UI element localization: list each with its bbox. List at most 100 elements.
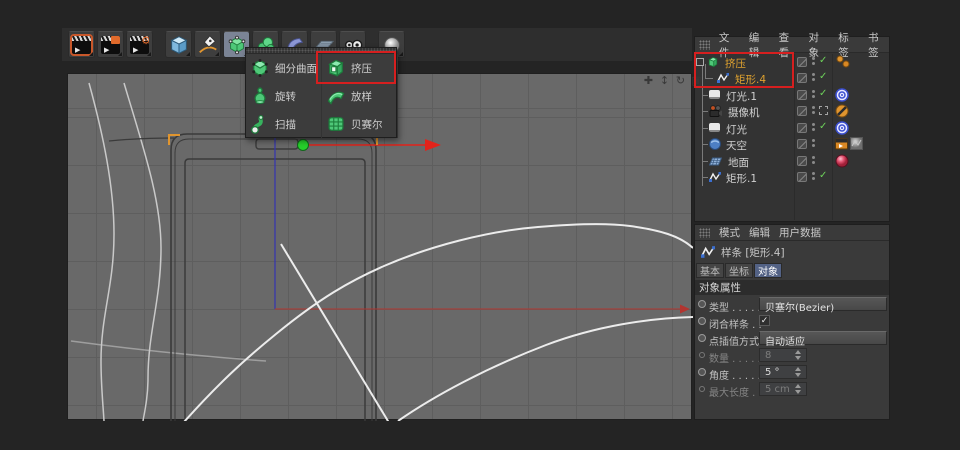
- am-menu-userdata[interactable]: 用户数据: [779, 225, 821, 240]
- layer-toggle[interactable]: [797, 90, 807, 100]
- close-spline-checkbox[interactable]: ✓: [759, 315, 770, 326]
- phong-tag[interactable]: [835, 55, 851, 71]
- tab-coordinates[interactable]: 坐标: [725, 263, 753, 278]
- menu-item-label: 扫描: [275, 117, 296, 132]
- render-picture-viewer-button[interactable]: [97, 31, 124, 58]
- lathe-icon: [250, 86, 270, 106]
- animation-dot[interactable]: [698, 317, 706, 325]
- enabled-check-icon[interactable]: ✓: [819, 170, 827, 181]
- tab-basic[interactable]: 基本: [696, 263, 724, 278]
- property-row-number: 数量 . . . . . 8: [695, 348, 889, 364]
- object-name: 矩形.1: [726, 171, 757, 186]
- number-stepper: [795, 350, 801, 360]
- visibility-dots[interactable]: [812, 123, 815, 131]
- object-x-axis-arrowhead[interactable]: [425, 139, 441, 151]
- visibility-dots[interactable]: [812, 57, 815, 65]
- tree-line: [702, 177, 708, 178]
- menu-item-bezier[interactable]: 贝赛尔: [322, 110, 398, 138]
- light-icon: [709, 123, 720, 132]
- panel-grip-icon[interactable]: [699, 228, 710, 238]
- type-dropdown[interactable]: 贝塞尔(Bezier): [759, 297, 887, 311]
- object-row-sky[interactable]: 天空: [695, 136, 889, 152]
- menu-item-subdivision-surface[interactable]: 细分曲面: [246, 54, 322, 82]
- layer-toggle[interactable]: [797, 156, 807, 166]
- animation-dot[interactable]: [698, 300, 706, 308]
- am-tabs: 基本 坐标 对象: [696, 263, 782, 278]
- object-row-floor[interactable]: 地面: [695, 153, 889, 169]
- sky-icon: [709, 138, 721, 150]
- render-view-icon: [72, 36, 91, 54]
- wavy-spline-1: [89, 83, 114, 421]
- object-row-light[interactable]: 灯光 ✓: [695, 120, 889, 136]
- light-icon: [709, 90, 720, 99]
- menu-item-label: 贝赛尔: [351, 117, 383, 132]
- enabled-check-icon[interactable]: ✓: [819, 55, 827, 66]
- primitive-cube-button[interactable]: [165, 31, 192, 58]
- bezier-arc-lower: [398, 317, 693, 421]
- visibility-dots[interactable]: [812, 172, 815, 180]
- layer-toggle[interactable]: [797, 57, 807, 67]
- object-name: 灯光.1: [726, 89, 757, 104]
- phone-outer-outline: [171, 134, 376, 421]
- sweep-icon: [250, 114, 270, 134]
- dolly-icon[interactable]: ↕: [658, 74, 671, 87]
- enabled-check-icon[interactable]: ✓: [819, 71, 827, 82]
- protection-tag[interactable]: [835, 104, 849, 121]
- property-label: 最大长度 . .: [709, 384, 762, 399]
- spline-pen-button[interactable]: [194, 31, 221, 58]
- object-row-light1[interactable]: 灯光.1 ✓: [695, 87, 889, 103]
- visibility-dots[interactable]: [812, 106, 815, 114]
- am-object-header: 样条 [矩形.4]: [695, 242, 889, 262]
- object-row-rectangle1[interactable]: 矩形.1 ✓: [695, 169, 889, 185]
- render-settings-button[interactable]: ⚙: [126, 31, 153, 58]
- menu-item-lathe[interactable]: 旋转: [246, 82, 322, 110]
- object-axis-center-handle[interactable]: [298, 140, 309, 151]
- enabled-check-icon[interactable]: ✓: [819, 88, 827, 99]
- compositing-tag[interactable]: [835, 137, 848, 153]
- angle-stepper[interactable]: [795, 367, 801, 377]
- tree-line: [702, 144, 708, 145]
- world-x-axis-arrowhead: [680, 305, 690, 314]
- animation-dot[interactable]: [698, 334, 706, 342]
- tab-object[interactable]: 对象: [754, 263, 782, 278]
- menu-item-loft[interactable]: 放样: [322, 82, 398, 110]
- menu-item-label: 细分曲面: [275, 61, 317, 76]
- spline-icon: [709, 171, 721, 183]
- visibility-dots[interactable]: [812, 156, 815, 164]
- render-settings-icon: ⚙: [130, 36, 149, 54]
- property-row-interpolation: 点插值方式 自动适应: [695, 331, 889, 347]
- rotate-icon[interactable]: ↻: [674, 74, 687, 87]
- layer-toggle[interactable]: [797, 172, 807, 182]
- visibility-dots[interactable]: [812, 90, 815, 98]
- property-row-type: 类型 . . . . . 贝塞尔(Bezier): [695, 297, 889, 313]
- am-menu-edit[interactable]: 编辑: [749, 225, 770, 240]
- object-row-camera[interactable]: 摄像机: [695, 103, 889, 119]
- phone-inner-shell: [175, 139, 372, 421]
- bezier-arc-upper: [184, 224, 693, 421]
- animation-dot[interactable]: [698, 368, 706, 376]
- visibility-dots[interactable]: [812, 139, 815, 147]
- interpolation-dropdown[interactable]: 自动适应: [759, 331, 887, 345]
- am-menu-mode[interactable]: 模式: [719, 225, 740, 240]
- menu-item-sweep[interactable]: 扫描: [246, 110, 322, 138]
- render-view-button[interactable]: [68, 31, 95, 58]
- layer-toggle[interactable]: [797, 73, 807, 83]
- texture-tag[interactable]: [850, 137, 863, 153]
- panel-grip-icon[interactable]: [699, 40, 710, 50]
- visibility-dots[interactable]: [812, 73, 815, 81]
- tree-line: [702, 161, 708, 162]
- property-label: 角度 . . . . .: [709, 367, 761, 382]
- menu-item-label: 放样: [351, 89, 372, 104]
- menu-item-label: 旋转: [275, 89, 296, 104]
- layer-toggle[interactable]: [797, 123, 807, 133]
- tree-line: [702, 128, 708, 129]
- loft-icon: [326, 86, 346, 106]
- pan-icon[interactable]: ✚: [642, 74, 655, 87]
- camera-active-icon[interactable]: [819, 106, 828, 115]
- enabled-check-icon[interactable]: ✓: [819, 121, 827, 132]
- layer-toggle[interactable]: [797, 106, 807, 116]
- annotation-box-extrude-menu: [316, 51, 396, 84]
- camera-icon: [709, 105, 722, 117]
- section-title: 对象属性: [699, 280, 741, 295]
- layer-toggle[interactable]: [797, 139, 807, 149]
